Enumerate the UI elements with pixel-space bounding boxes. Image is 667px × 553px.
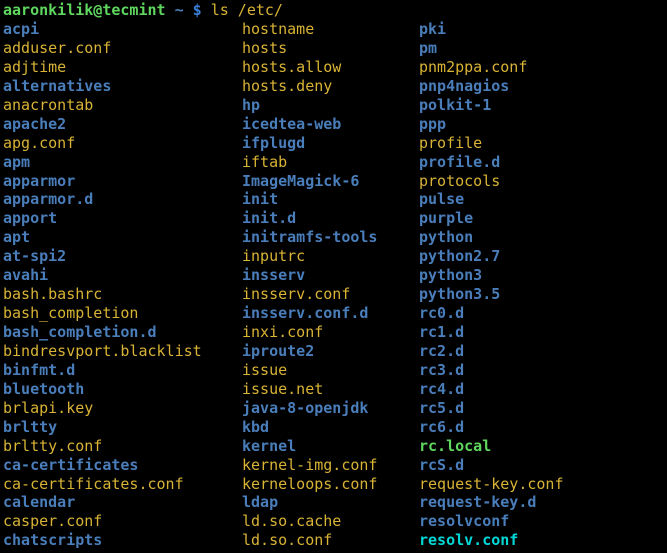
ls-entry-dir: hp [242, 95, 261, 114]
ls-entry-dir: pnp4nagios [419, 76, 510, 95]
ls-entry-dir: brltty [3, 417, 58, 436]
terminal-window[interactable]: aaronkilik@tecmint ~ $ ls /etc/ acpi addu… [0, 0, 667, 553]
ls-entry-dir: apport [3, 209, 58, 228]
ls-entry-file: pnm2ppa.conf [419, 57, 528, 76]
ls-entry-dir: python2.7 [419, 247, 501, 266]
ls-entry-file: brltty.conf [3, 436, 103, 455]
ls-entry-dir: alternatives [3, 76, 112, 95]
ls-entry-dir: resolvconf [419, 512, 510, 531]
ls-entry-dir: python3.5 [419, 285, 501, 304]
ls-entry-dir: bash_completion.d [3, 323, 157, 341]
ls-entry-dir: polkit-1 [419, 95, 492, 114]
ls-entry-dir: bluetooth [3, 379, 85, 398]
ls-entry-file: hosts [242, 38, 288, 57]
ls-entry-dir: apm [3, 152, 31, 171]
ls-entry-dir: calendar [3, 493, 76, 512]
ls-entry-dir: pulse [419, 190, 465, 209]
ls-entry-dir: iproute2 [242, 341, 315, 360]
prompt-cwd: ~ [174, 1, 184, 19]
ls-column-3: pki pm pnm2ppa.conf pnp4nagios polkit-1 ppp pr… [419, 20, 564, 550]
ls-entry-dir: apache2 [3, 114, 67, 133]
ls-entry-dir: apparmor.d [3, 190, 94, 209]
ls-entry-dir: python3 [419, 266, 483, 285]
ls-entry-file: apg.conf [3, 133, 76, 152]
ls-entry-dir: rcS.d [419, 455, 465, 474]
ls-entry-dir: rc6.d [419, 417, 465, 436]
ls-entry-dir: pm [419, 38, 438, 57]
ls-entry-dir: avahi [3, 266, 49, 285]
ls-entry-dir: ImageMagick-6 [242, 171, 360, 190]
ls-entry-file: inputrc [242, 247, 306, 266]
ls-entry-dir: rc4.d [419, 379, 465, 398]
ls-entry-dir: ifplugd [242, 133, 306, 152]
ls-entry-dir: rc2.d [419, 341, 465, 360]
prompt-symbol: $ [192, 1, 202, 19]
ls-entry-file: hosts.deny [242, 76, 333, 95]
ls-entry-file: inxi.conf [242, 323, 324, 341]
ls-entry-dir: java-8-openjdk [242, 398, 369, 417]
ls-entry-dir: pki [419, 20, 447, 38]
ls-entry-dir: apparmor [3, 171, 76, 190]
ls-entry-file: brlapi.key [3, 398, 94, 417]
prompt-user-host: aaronkilik@tecmint [3, 1, 166, 19]
ls-entry-file: adduser.conf [3, 38, 112, 57]
ls-entry-dir: profile.d [419, 152, 501, 171]
ls-entry-dir: binfmt.d [3, 360, 76, 379]
ls-entry-dir: apt [3, 228, 31, 247]
ls-entry-dir: at-spi2 [3, 247, 67, 266]
ls-entry-dir: python [419, 228, 474, 247]
ls-entry-dir: purple [419, 209, 474, 228]
ls-entry-file: protocols [419, 171, 501, 190]
ls-entry-file: request-key.conf [419, 474, 564, 493]
ls-entry-dir: insserv [242, 266, 306, 285]
ls-entry-dir: rc3.d [419, 360, 465, 379]
prompt-command: ls /etc/ [210, 1, 283, 19]
ls-entry-file: bindresvport.blacklist [3, 341, 202, 360]
ls-entry-dir: init.d [242, 209, 297, 228]
ls-entry-file: adjtime [3, 57, 67, 76]
ls-entry-file: bash_completion [3, 304, 139, 323]
ls-entry-dir: init [242, 190, 279, 209]
ls-entry-dir: rc1.d [419, 323, 465, 341]
ls-entry-file: profile [419, 133, 483, 152]
ls-entry-file: hosts.allow [242, 57, 342, 76]
ls-entry-file: iftab [242, 152, 288, 171]
ls-entry-dir: insserv.conf.d [242, 304, 369, 323]
ls-entry-dir: rc5.d [419, 398, 465, 417]
ls-entry-exec: rc.local [419, 436, 492, 455]
ls-entry-file: hostname [242, 20, 315, 38]
prompt-space-2 [184, 1, 193, 19]
ls-entry-file: ld.so.cache [242, 512, 342, 531]
ls-column-2: hostname hosts hosts.allow hosts.deny hp iced… [242, 20, 377, 550]
ls-entry-file: bash.bashrc [3, 285, 103, 304]
ls-entry-dir: acpi [3, 20, 40, 38]
shell-prompt-line: aaronkilik@tecmint ~ $ ls /etc/ [3, 1, 283, 20]
ls-entry-file: ld.so.conf [242, 531, 333, 550]
ls-entry-dir: chatscripts [3, 531, 103, 550]
ls-entry-file: insserv.conf [242, 285, 351, 304]
ls-entry-dir: initramfs-tools [242, 228, 378, 247]
ls-entry-dir: ca-certificates [3, 455, 139, 474]
ls-entry-file: issue [242, 360, 288, 379]
ls-entry-file: anacrontab [3, 95, 94, 114]
ls-entry-link: resolv.conf [419, 531, 519, 550]
prompt-space-3 [202, 1, 211, 19]
ls-column-1: acpi adduser.conf adjtime alternatives anacr… [3, 20, 202, 550]
prompt-space-1 [166, 1, 175, 19]
ls-entry-file: casper.conf [3, 512, 103, 531]
ls-entry-file: kernel-img.conf [242, 455, 378, 474]
ls-entry-dir: kernel [242, 436, 297, 455]
ls-entry-dir: ppp [419, 114, 447, 133]
ls-entry-dir: rc0.d [419, 304, 465, 323]
ls-entry-dir: icedtea-web [242, 114, 342, 133]
ls-entry-file: kerneloops.conf [242, 474, 378, 493]
ls-entry-dir: ldap [242, 493, 279, 512]
ls-entry-dir: request-key.d [419, 493, 537, 512]
ls-entry-file: ca-certificates.conf [3, 474, 184, 493]
ls-entry-file: issue.net [242, 379, 324, 398]
ls-entry-dir: kbd [242, 417, 270, 436]
